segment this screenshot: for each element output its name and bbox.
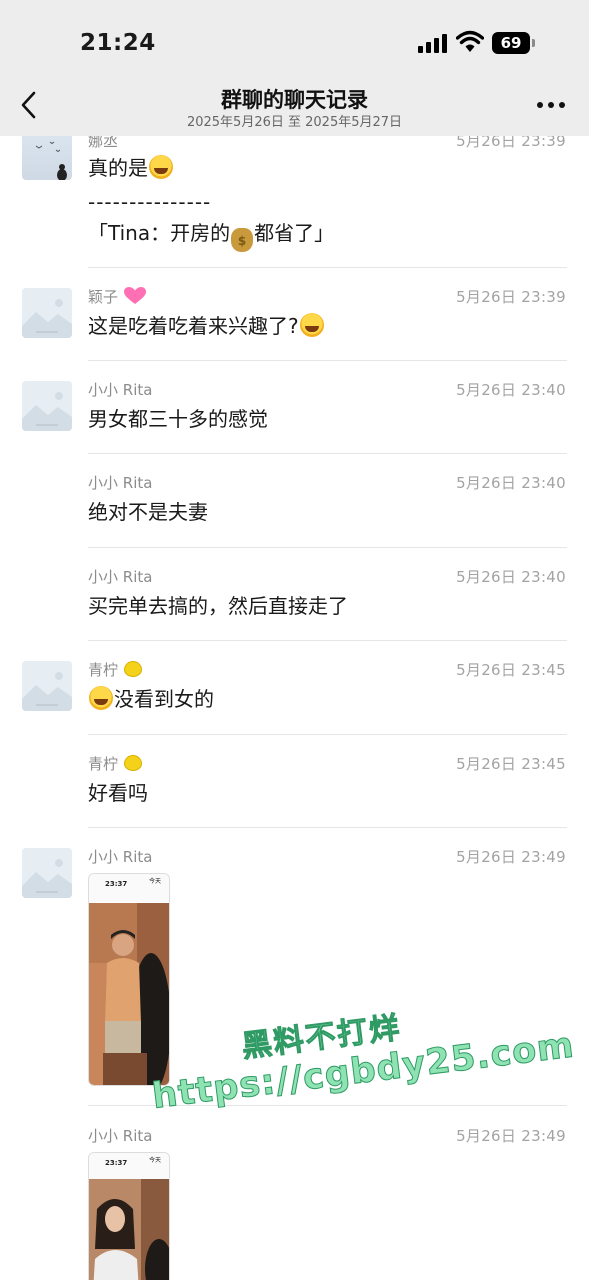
sender-name-text: 颖子: [88, 288, 119, 306]
message-text: 真的是: [88, 153, 174, 183]
message-text: 男女都三十多的感觉: [88, 407, 268, 431]
avatar[interactable]: [22, 130, 72, 180]
message-time: 5月26日 23:40: [456, 568, 566, 586]
lemon-emoji-icon: [123, 755, 142, 771]
quote-suffix: 都省了」: [254, 221, 335, 245]
wifi-icon: [456, 30, 484, 52]
message-time: 5月26日 23:49: [456, 848, 566, 866]
image-time: 23:37: [105, 1159, 128, 1167]
message-time: 5月26日 23:40: [456, 381, 566, 399]
divider: [88, 734, 567, 735]
quoted-message: 「Tina：开房的 $ 都省了」: [88, 218, 334, 252]
laughing-crying-emoji-icon: [89, 686, 113, 710]
image-label: 今天: [148, 878, 161, 885]
divider: [88, 640, 567, 641]
sender-name-text: 青柠: [88, 755, 119, 773]
message-text: 没看到女的: [88, 684, 214, 714]
avatar[interactable]: [22, 848, 72, 898]
date-range: 2025年5月26日 至 2025年5月27日: [186, 115, 403, 130]
battery-icon: 69: [492, 32, 536, 54]
message-text-part: 没看到女的: [114, 687, 214, 711]
separator-line: ---------------: [88, 190, 212, 214]
message-text: 买完单去搞的，然后直接走了: [88, 594, 348, 618]
sender-name: 小小 Rita: [88, 848, 153, 866]
message-time: 5月26日 23:45: [456, 661, 566, 679]
signal-icon: [418, 33, 448, 53]
divider: [88, 360, 567, 361]
lemon-emoji-icon: [123, 661, 142, 677]
header: 21:24 69 群聊的聊天记录 2025年5月26日 至 2025年5月27日: [0, 0, 589, 136]
divider: [88, 547, 567, 548]
photo-thumbnail: [89, 903, 169, 1085]
message-text: 绝对不是夫妻: [88, 500, 208, 524]
money-bag-emoji-icon: $: [231, 228, 254, 252]
message-time: 5月26日 23:45: [456, 755, 566, 773]
sender-name: 小小 Rita: [88, 381, 153, 399]
image-header: 23:37 今天: [89, 874, 169, 902]
sender-name: 小小 Rita: [88, 474, 153, 492]
more-icon[interactable]: [537, 102, 565, 110]
message-time: 5月26日 23:49: [456, 1127, 566, 1145]
sender-name: 小小 Rita: [88, 1127, 153, 1145]
sender-name: 青柠: [88, 753, 143, 774]
message-time: 5月26日 23:39: [456, 288, 566, 306]
avatar[interactable]: [22, 381, 72, 431]
status-time: 21:24: [80, 30, 156, 56]
quote-prefix: 「Tina：开房的: [88, 221, 231, 245]
message-time: 5月26日 23:40: [456, 474, 566, 492]
chat-history-list[interactable]: 娜丞 5月26日 23:39 真的是 --------------- 「Tina…: [0, 0, 589, 1280]
laughing-crying-emoji-icon: [149, 155, 173, 179]
image-label: 今天: [148, 1157, 161, 1164]
divider: [88, 267, 567, 268]
sender-name: 小小 Rita: [88, 568, 153, 586]
photo-thumbnail: [89, 1179, 169, 1280]
message-text-part: 这是吃着吃着来兴趣了?: [88, 314, 299, 338]
laughing-crying-emoji-icon: [299, 313, 324, 337]
status-bar: 21:24 69: [0, 0, 589, 80]
nav-bar: 群聊的聊天记录 2025年5月26日 至 2025年5月27日: [0, 80, 589, 136]
avatar[interactable]: [22, 661, 72, 711]
image-header: 23:37 今天: [89, 1153, 169, 1181]
divider: [88, 827, 567, 828]
divider: [88, 1105, 567, 1106]
sender-name: 颖子: [88, 286, 147, 307]
divider: [88, 453, 567, 454]
battery-level: 69: [492, 32, 530, 54]
avatar[interactable]: [22, 288, 72, 338]
page-title: 群聊的聊天记录: [221, 88, 368, 112]
image-time: 23:37: [105, 880, 128, 888]
sender-name-text: 青柠: [88, 661, 119, 679]
message-text: 好看吗: [88, 781, 148, 805]
image-message[interactable]: 23:37 今天: [88, 873, 170, 1086]
message-text: 这是吃着吃着来兴趣了?: [88, 311, 325, 341]
sender-name: 青柠: [88, 659, 143, 680]
sparkling-heart-emoji-icon: [123, 287, 146, 304]
message-text-part: 真的是: [88, 156, 148, 180]
image-message[interactable]: 23:37 今天: [88, 1152, 170, 1280]
